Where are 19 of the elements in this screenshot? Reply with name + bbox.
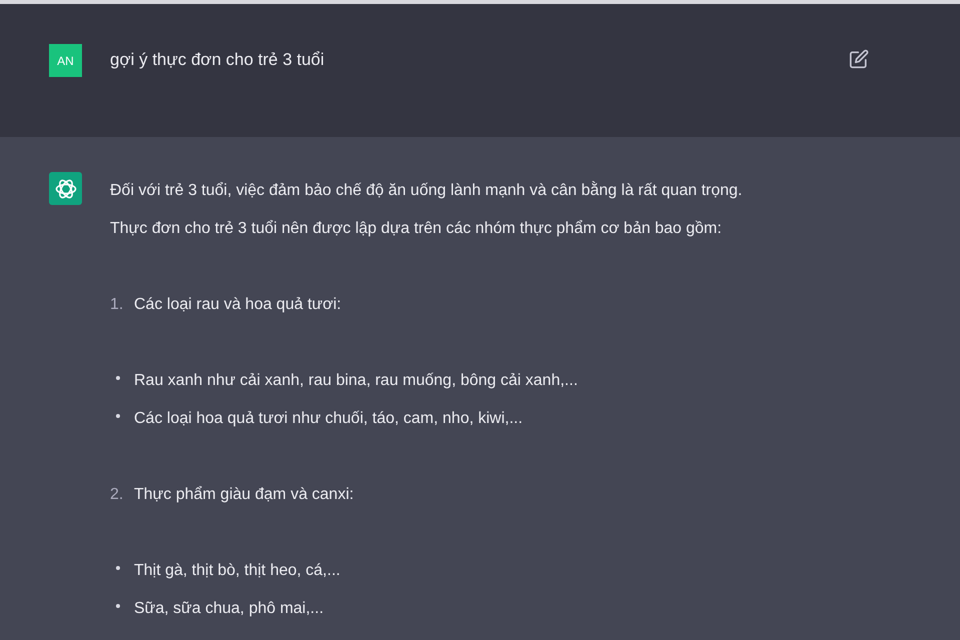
edit-icon — [849, 49, 869, 69]
list-item-title: Thực phẩm giàu đạm và canxi: — [134, 485, 354, 505]
list-number: 2. — [110, 485, 124, 505]
answer-paragraph: Đối với trẻ 3 tuổi, việc đảm bảo chế độ ăn uống lành mạnh và cân bằng là rất quan trọng. — [110, 180, 742, 201]
bullet-icon — [116, 414, 120, 418]
user-message-text: gợi ý thực đơn cho trẻ 3 tuổi — [110, 49, 326, 71]
knot-logo-icon — [54, 176, 78, 200]
bullet-icon — [116, 566, 120, 570]
list-number: 1. — [110, 295, 124, 315]
edit-button[interactable] — [848, 48, 870, 70]
user-avatar: AN — [49, 44, 82, 77]
bullet-icon — [116, 376, 120, 380]
bullet-text: Các loại hoa quả tươi như chuối, táo, cam, nho, kiwi,... — [134, 409, 523, 429]
answer-paragraph: Thực đơn cho trẻ 3 tuổi nên được lập dựa trên các nhóm thực phẩm cơ bản bao gồm: — [110, 219, 723, 239]
bullet-icon — [116, 604, 120, 608]
list-item-title: Các loại rau và hoa quả tươi: — [134, 295, 342, 315]
bullet-text: Thịt gà, thịt bò, thịt heo, cá,... — [134, 561, 340, 581]
bullet-text: Rau xanh như cải xanh, rau bina, rau muống, bông cải xanh,... — [134, 371, 578, 391]
bullet-text: Sữa, sữa chua, phô mai,... — [134, 599, 324, 619]
